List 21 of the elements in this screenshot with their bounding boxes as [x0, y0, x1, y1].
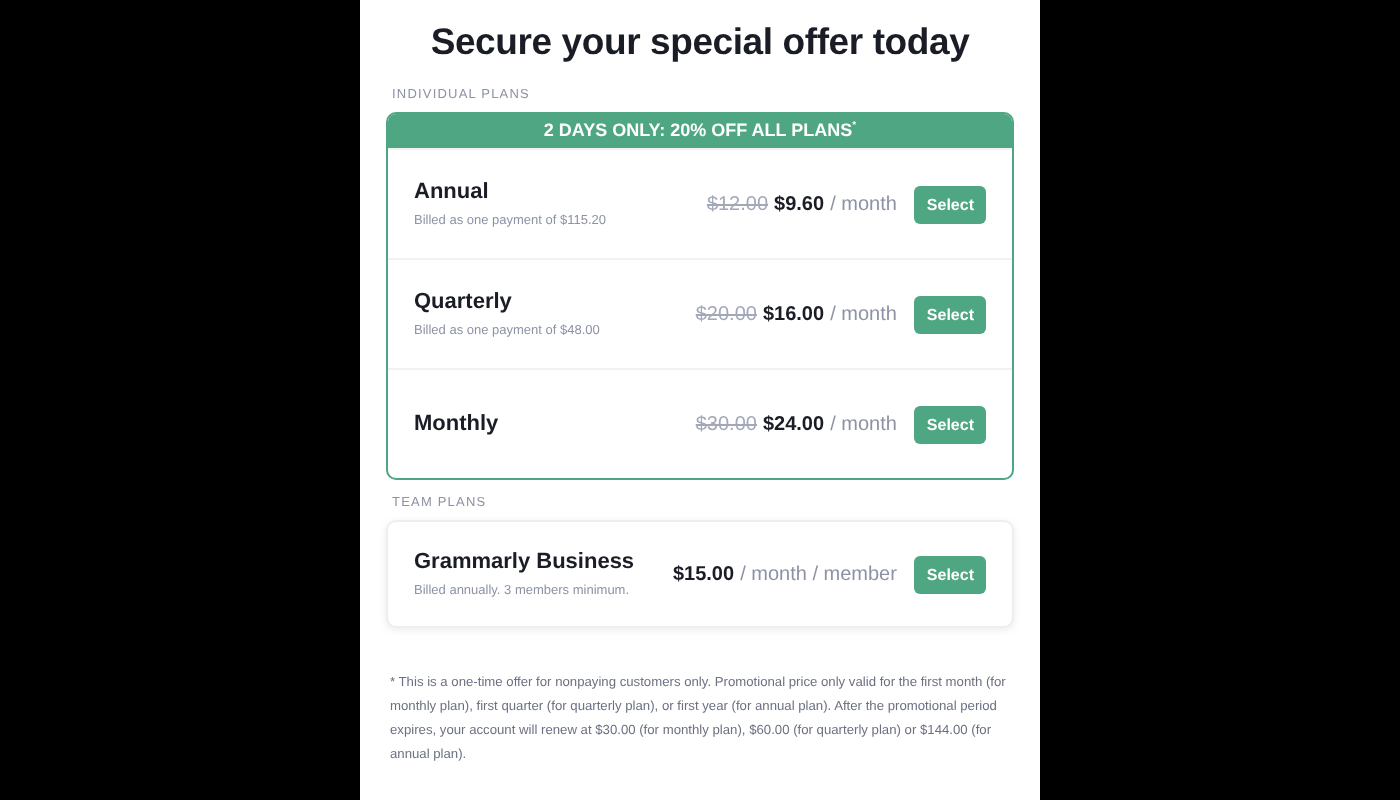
- select-button[interactable]: Select: [914, 185, 986, 223]
- plan-price: $24.00: [762, 413, 825, 435]
- plan-price: $9.60: [774, 193, 825, 215]
- original-price: $12.00: [706, 193, 769, 215]
- price-unit: / month: [830, 193, 897, 215]
- plan-price: $16.00: [762, 303, 825, 325]
- select-button[interactable]: Select: [914, 555, 986, 593]
- plan-name: Monthly: [414, 412, 501, 436]
- page-title: Secure your special offer today: [428, 20, 972, 64]
- plan-name: Grammarly Business: [414, 550, 637, 574]
- select-button[interactable]: Select: [914, 405, 986, 443]
- price-unit: / month / member: [740, 563, 897, 585]
- select-button[interactable]: Select: [914, 295, 986, 333]
- plan-price: $15.00: [672, 563, 735, 585]
- price-unit: / month: [830, 413, 897, 435]
- original-price: $20.00: [695, 303, 757, 325]
- plan-name: Quarterly: [414, 290, 514, 314]
- price-unit: / month: [830, 303, 897, 325]
- original-price: $30.00: [695, 413, 757, 435]
- plan-name: Annual: [414, 180, 491, 204]
- promo-banner: 2 DAYS ONLY: 20% OFF ALL PLANS$^{*}$: [388, 114, 1012, 148]
